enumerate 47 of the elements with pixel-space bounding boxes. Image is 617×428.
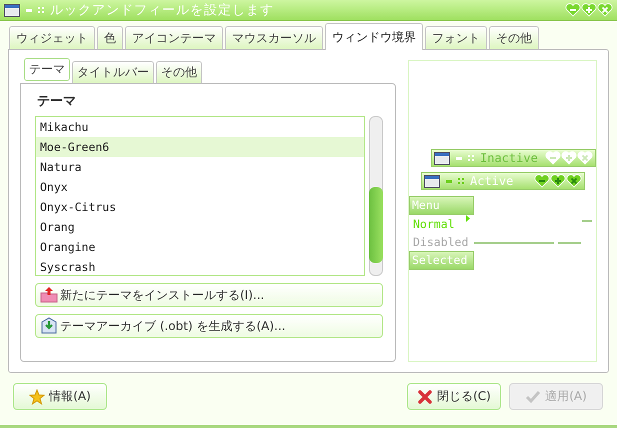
minimize-icon[interactable] — [446, 180, 452, 182]
archive-download-icon — [40, 317, 58, 335]
maximize-heart-icon[interactable] — [581, 3, 597, 17]
close-heart-icon[interactable] — [597, 3, 613, 17]
tab[interactable]: ウィンドウ境界 — [325, 23, 423, 50]
maximize-heart-icon[interactable] — [550, 174, 566, 188]
submenu-arrow-icon — [466, 215, 470, 222]
subtab[interactable]: タイトルバー — [72, 61, 154, 83]
close-heart-icon[interactable] — [566, 174, 582, 188]
list-item[interactable]: Syscrash — [36, 257, 364, 275]
tab[interactable]: その他 — [489, 26, 539, 49]
close-icon — [417, 388, 434, 404]
action-button[interactable]: 新たにテーマをインストールする(I)... — [35, 283, 383, 307]
tab[interactable]: フォント — [425, 26, 487, 49]
tab[interactable]: 色 — [97, 26, 123, 49]
about-button[interactable]: 情報(A) — [13, 383, 107, 410]
section-label: テーマ — [37, 93, 77, 110]
list-item[interactable]: Moe-Green6 — [36, 137, 364, 157]
menu-title: Menu — [409, 196, 474, 215]
list-item[interactable]: Onyx — [36, 177, 364, 197]
scrollbar[interactable] — [369, 116, 383, 276]
minimize-heart-icon[interactable] — [565, 3, 581, 17]
window-icon — [424, 174, 440, 188]
window-title: Active — [470, 174, 514, 188]
window-title: Inactive — [480, 151, 539, 165]
list-item[interactable]: Mikachu — [36, 117, 364, 137]
window-icon — [4, 4, 20, 16]
window-title: ルックアンドフィールを設定します — [50, 2, 275, 19]
list-item[interactable]: Orang — [36, 217, 364, 237]
tab[interactable]: マウスカーソル — [225, 26, 323, 49]
list-item[interactable]: Onyx-Citrus — [36, 197, 364, 217]
list-item[interactable]: Orangine — [36, 237, 364, 257]
grip-icon[interactable] — [458, 178, 464, 184]
star-icon — [29, 388, 46, 404]
tab[interactable]: ウィジェット — [9, 26, 95, 49]
folder-upload-icon — [40, 286, 58, 304]
minimize-icon[interactable] — [26, 8, 32, 12]
grip-icon[interactable] — [38, 7, 44, 13]
window-icon — [434, 152, 450, 164]
list-item[interactable]: Natura — [36, 157, 364, 177]
close-button[interactable]: 閉じる(C) — [407, 383, 501, 410]
subtab[interactable]: その他 — [156, 61, 202, 83]
subtab[interactable]: テーマ — [24, 58, 70, 81]
action-button[interactable]: テーマアーカイブ (.obt) を生成する(A)... — [35, 314, 383, 338]
tab[interactable]: アイコンテーマ — [125, 26, 223, 49]
minimize-heart-icon[interactable] — [534, 174, 550, 188]
checkmark-icon — [525, 388, 542, 404]
